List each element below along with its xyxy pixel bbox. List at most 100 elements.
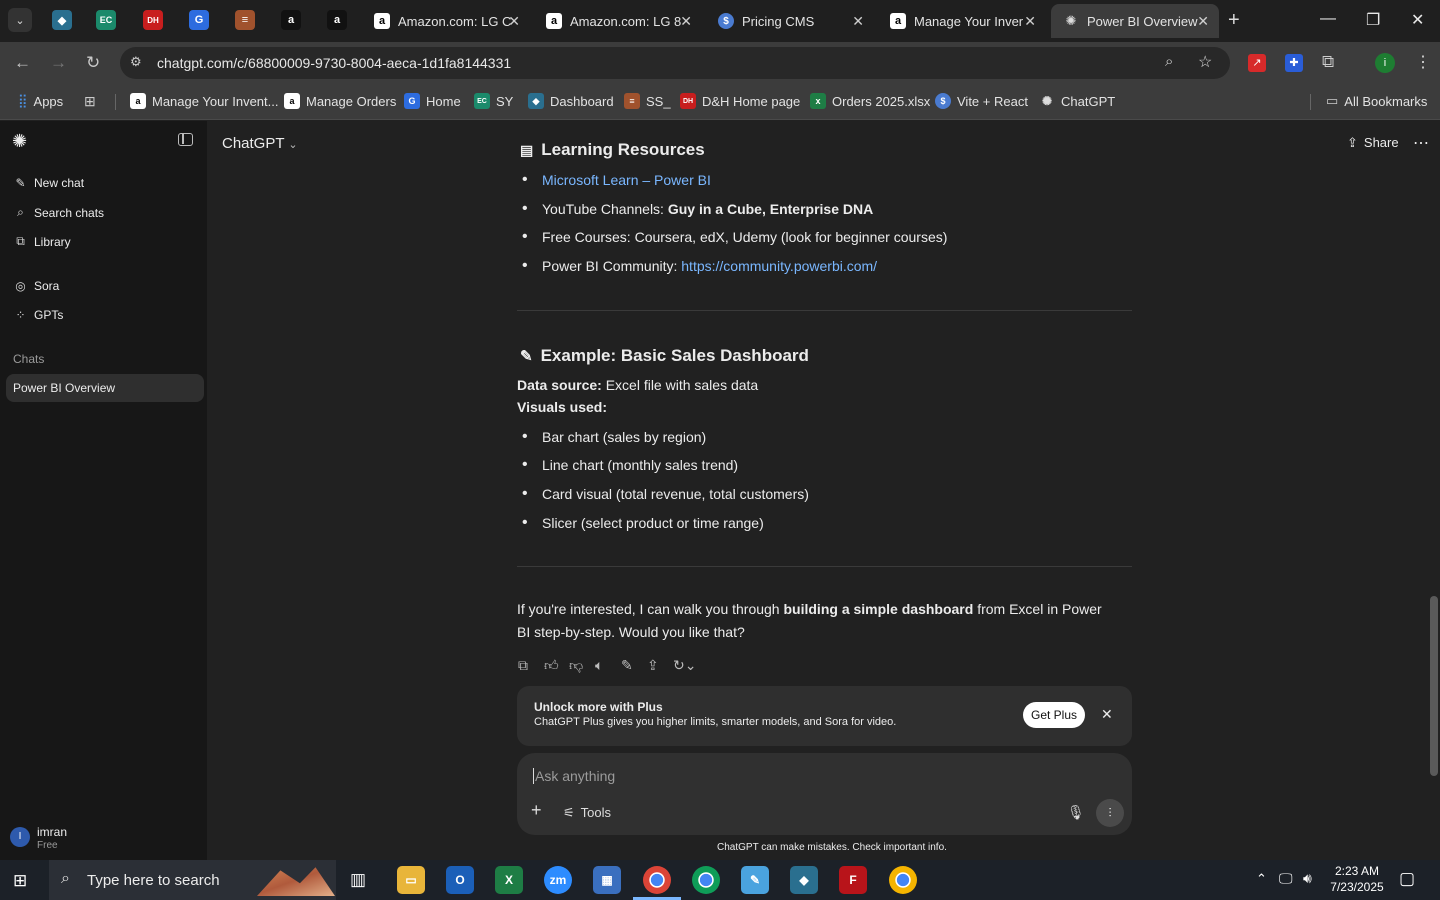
chrome-alt-icon[interactable] xyxy=(889,866,917,894)
tab-manage-inventory[interactable]: a Manage Your Inver ✕ xyxy=(878,4,1046,38)
filezilla-icon[interactable]: F xyxy=(839,866,867,894)
close-icon[interactable]: ✕ xyxy=(852,13,864,30)
list-item: Card visual (total revenue, total custom… xyxy=(522,485,809,503)
bookmark-chatgpt[interactable]: ✺ ChatGPT xyxy=(1039,93,1115,109)
new-tab-icon[interactable]: + xyxy=(1228,9,1240,32)
calculator-icon[interactable]: ▦ xyxy=(593,866,621,894)
minimize-icon[interactable]: — xyxy=(1320,10,1336,28)
share-button[interactable]: ⇪ Share xyxy=(1347,135,1399,151)
pinned-tab-stack-icon[interactable]: ≡ xyxy=(235,10,255,30)
tab-power-bi-overview[interactable]: ✺ Power BI Overview ✕ xyxy=(1051,4,1219,38)
bookmark-manage-inventory[interactable]: a Manage Your Invent... xyxy=(130,93,278,109)
bookmark-apps[interactable]: ⣿ Apps xyxy=(18,93,63,109)
bookmark-manage-orders[interactable]: a Manage Orders xyxy=(284,93,396,109)
profile-avatar[interactable]: i xyxy=(1375,53,1395,73)
bookmark-vite-react[interactable]: $ Vite + React xyxy=(935,93,1028,109)
bookmark-star-icon[interactable]: ☆ xyxy=(1198,52,1212,72)
bookmark-ss[interactable]: ≡ SS_ xyxy=(624,93,671,109)
extension-blue-icon[interactable]: ✚ xyxy=(1285,54,1303,72)
more-options-icon[interactable]: ⋯ xyxy=(1413,133,1429,153)
back-icon[interactable]: ← xyxy=(14,53,31,73)
zoom-icon[interactable]: zm xyxy=(544,866,572,894)
outlook-icon[interactable]: O xyxy=(446,866,474,894)
address-bar[interactable]: ⚙ chatgpt.com/c/68800009-9730-8004-aeca-… xyxy=(120,47,1230,79)
pinned-tab-amazon-icon-2[interactable]: a xyxy=(327,10,347,30)
windows-start-icon[interactable]: ⊞ xyxy=(13,871,27,891)
pinned-tab-dh-icon[interactable]: DH xyxy=(143,10,163,30)
thumbs-up-icon[interactable]: 👍︎ xyxy=(544,657,559,674)
community-link[interactable]: https://community.powerbi.com/ xyxy=(681,258,877,274)
close-icon[interactable]: ✕ xyxy=(1197,13,1209,30)
network-icon[interactable]: 🖵︎ xyxy=(1279,870,1293,887)
home-g-icon: G xyxy=(404,93,420,109)
restore-icon[interactable]: ❐ xyxy=(1366,10,1380,30)
add-attachment-icon[interactable]: + xyxy=(531,800,542,821)
bookmark-dh-home[interactable]: DH D&H Home page xyxy=(680,93,800,109)
reload-icon[interactable]: ↻ xyxy=(86,53,100,73)
url-text[interactable]: chatgpt.com/c/68800009-9730-8004-aeca-1d… xyxy=(157,55,511,71)
share-message-icon[interactable]: ⇪ xyxy=(647,657,659,674)
microphone-icon[interactable]: 🎙︎ xyxy=(1067,804,1085,821)
close-icon[interactable]: ✕ xyxy=(508,13,520,30)
browser-menu-icon[interactable]: ⋮ xyxy=(1415,52,1431,72)
copy-icon[interactable]: ⧉ xyxy=(518,657,528,674)
tab-pricing-cms[interactable]: $ Pricing CMS ✕ xyxy=(706,4,874,38)
close-sidebar-icon[interactable] xyxy=(178,133,193,146)
sidebar-item-power-bi-overview[interactable]: Power BI Overview xyxy=(6,374,204,402)
chrome-profile-icon[interactable] xyxy=(692,866,720,894)
dismiss-icon[interactable]: ✕ xyxy=(1101,706,1113,723)
bookmark-sy[interactable]: EC SY xyxy=(474,93,513,109)
excel-icon[interactable]: X xyxy=(495,866,523,894)
file-explorer-icon[interactable]: ▭ xyxy=(397,866,425,894)
prompt-input[interactable]: Ask anything xyxy=(533,768,615,784)
thumbs-down-icon[interactable]: 👎︎ xyxy=(569,657,583,674)
pinned-tab-g-icon[interactable]: G xyxy=(189,10,209,30)
voice-mode-button[interactable]: ⫶ xyxy=(1096,799,1124,827)
extensions-puzzle-icon[interactable]: ⧉ xyxy=(1322,52,1334,72)
close-icon[interactable]: ✕ xyxy=(1024,13,1036,30)
search-chats-button[interactable]: ⌕ Search chats xyxy=(14,205,104,220)
scrollbar[interactable] xyxy=(1430,596,1438,776)
user-profile[interactable]: I imran Free xyxy=(10,823,200,853)
openai-logo-icon[interactable]: ✺ xyxy=(12,131,27,152)
chrome-icon[interactable] xyxy=(643,866,671,894)
tab-amazon-lg-c[interactable]: a Amazon.com: LG C ✕ xyxy=(362,4,530,38)
extension-red-icon[interactable]: ↗ xyxy=(1248,54,1266,72)
clock[interactable]: 2:23 AM 7/23/2025 xyxy=(1326,864,1388,894)
taskbar-search-box[interactable]: ⌕ Type here to search xyxy=(49,860,336,900)
read-aloud-icon[interactable]: 🔈︎ xyxy=(595,657,603,674)
sora-button[interactable]: ◎ Sora xyxy=(14,279,59,293)
pinned-tab-amazon-icon[interactable]: a xyxy=(281,10,301,30)
tab-search-icon[interactable]: ⌄ xyxy=(8,8,32,32)
pinned-tab-ec-icon[interactable]: EC xyxy=(96,10,116,30)
browser-tab-strip: ⌄ ◆ EC DH G ≡ a a a Amazon.com: LG C ✕ a… xyxy=(0,0,1440,42)
all-bookmarks[interactable]: ▭ All Bookmarks xyxy=(1326,93,1427,109)
bookmark-home[interactable]: G Home xyxy=(404,93,461,109)
app-icon[interactable]: ✎ xyxy=(741,866,769,894)
get-plus-button[interactable]: Get Plus xyxy=(1023,702,1085,728)
tools-button[interactable]: ⚟ Tools xyxy=(563,805,611,821)
task-view-icon[interactable]: ▥ xyxy=(350,870,366,890)
forward-icon[interactable]: → xyxy=(50,53,67,73)
library-button[interactable]: ⧉ Library xyxy=(14,234,70,249)
pinned-tab-icon[interactable]: ◆ xyxy=(52,10,72,30)
volume-icon[interactable]: 🔊︎ xyxy=(1303,870,1312,887)
promo-title: Unlock more with Plus xyxy=(534,700,663,714)
notifications-icon[interactable]: ▢ xyxy=(1399,869,1415,889)
bookmark-orders-xlsx[interactable]: x Orders 2025.xlsx xyxy=(810,93,930,109)
regenerate-icon[interactable]: ↻⌄ xyxy=(673,657,696,674)
app-diamond-icon[interactable]: ◆ xyxy=(790,866,818,894)
tab-amazon-lg-8[interactable]: a Amazon.com: LG 8 ✕ xyxy=(534,4,702,38)
microsoft-learn-link[interactable]: Microsoft Learn – Power BI xyxy=(542,172,711,188)
gpts-button[interactable]: ⁘ GPTs xyxy=(14,308,63,322)
bookmark-dashboard[interactable]: ◆ Dashboard xyxy=(528,93,614,109)
edit-in-canvas-icon[interactable]: ✎ xyxy=(621,657,633,674)
zoom-icon[interactable]: ⌕ xyxy=(1165,53,1173,70)
close-icon[interactable]: ✕ xyxy=(680,13,692,30)
new-chat-button[interactable]: ✎ New chat xyxy=(14,176,84,190)
bookmark-tab-groups[interactable]: ⊞ xyxy=(84,93,96,110)
window-close-icon[interactable]: ✕ xyxy=(1411,10,1424,30)
site-info-icon[interactable]: ⚙ xyxy=(130,54,142,70)
model-selector[interactable]: ChatGPT ⌄ xyxy=(222,135,298,152)
show-hidden-icons[interactable]: ⌃ xyxy=(1256,871,1267,887)
